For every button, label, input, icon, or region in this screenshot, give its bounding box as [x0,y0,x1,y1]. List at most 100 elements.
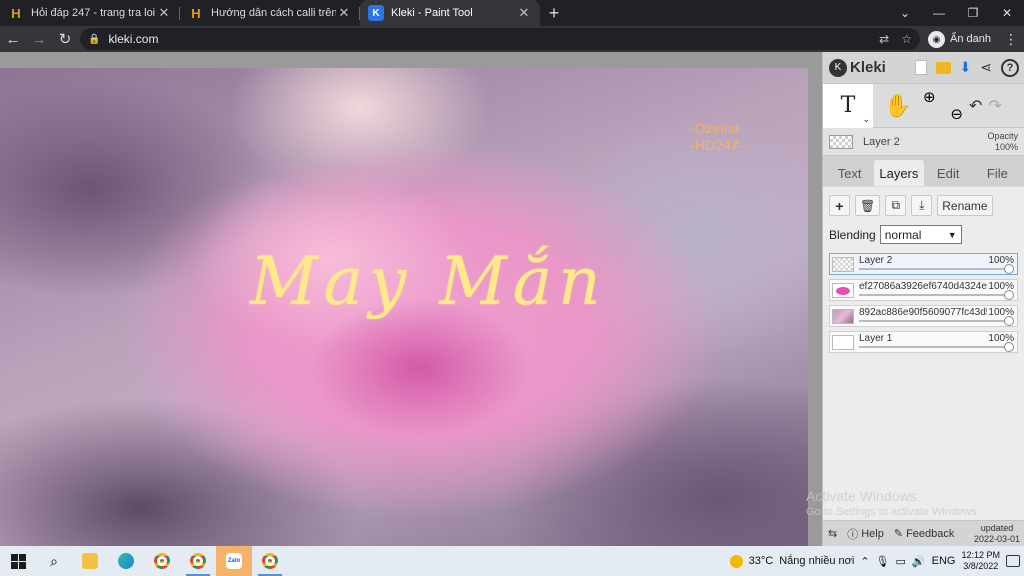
translate-icon[interactable]: ⇄ [879,32,889,46]
add-layer-button[interactable]: + [829,195,850,216]
tab-title: Kleki - Paint Tool [391,7,473,19]
bookmark-star-icon[interactable]: ☆ [901,32,912,46]
tab-search-icon[interactable]: ⌄ [888,0,922,26]
lock-icon: 🔒 [88,33,101,45]
weather-sun-icon[interactable] [729,554,743,568]
layer-list: Layer 2 100% ef27086a3926ef6740d4324ef 1… [829,253,1018,353]
incognito-profile-button[interactable]: ◉ Ẩn danh [928,29,991,49]
merge-layer-button[interactable]: ⤓ [911,195,933,216]
opacity-slider-handle[interactable] [1004,316,1014,326]
tab-layers[interactable]: Layers [874,160,924,186]
taskbar-file-explorer[interactable] [72,546,108,576]
taskbar-chrome[interactable] [144,546,180,576]
delete-layer-button[interactable]: 🗑 [855,195,881,216]
close-tab-icon[interactable]: ✕ [156,5,172,21]
undo-icon[interactable]: ↶ [969,96,982,116]
tab-huongdan[interactable]: H Hướng dẫn cách calli trên medibang ✕ [180,0,360,26]
close-tab-icon[interactable]: ✕ [516,5,532,21]
swap-panel-button[interactable]: ⇆ [823,527,842,540]
layer-name: ef27086a3926ef6740d4324ef [859,281,987,292]
address-text: kleki.com [108,32,159,46]
weather-text[interactable]: Nắng nhiều nơi [779,555,854,567]
tab-title: Hỏi đáp 247 - trang tra loi [31,7,156,19]
feedback-button[interactable]: ✎ Feedback [889,527,960,541]
taskbar-edge[interactable] [108,546,144,576]
restore-icon[interactable]: ❐ [956,0,990,26]
layer-row[interactable]: Layer 2 100% [829,253,1018,275]
canvas-workarea[interactable]: May Mắn -Ozeina- -HD247- [0,52,822,546]
edge-icon [118,553,134,569]
blending-select[interactable]: normal ▼ [879,225,962,244]
opacity-slider-handle[interactable] [1004,290,1014,300]
layer-thumbnail [832,283,854,298]
tab-edit[interactable]: Edit [924,160,973,186]
reload-icon[interactable]: ↻ [52,26,78,52]
chrome-icon [262,553,278,569]
layer-opacity: Opacity 100% [987,131,1018,153]
opacity-slider-track[interactable] [859,294,1009,296]
zoom-out-icon[interactable]: ⊖ [950,106,963,123]
taskbar-chrome-window[interactable] [180,546,216,576]
taskbar-zalo[interactable]: Zalo [216,546,252,576]
new-tab-button[interactable]: + [540,0,568,26]
duplicate-layer-button[interactable]: ⧉ [885,195,907,216]
language-indicator[interactable]: ENG [932,555,956,567]
address-bar[interactable]: 🔒 kleki.com ⇄ ☆ [80,28,920,50]
back-arrow-icon[interactable]: ← [0,26,26,52]
updated-label: updated [980,522,1014,533]
help-button[interactable]: ⓘ Help [842,526,889,542]
layer-thumbnail [829,134,853,149]
share-icon[interactable]: ⋖ [980,59,992,76]
opacity-slider-track[interactable] [859,320,1009,322]
blending-row: Blending normal ▼ [829,225,1018,244]
hand-tool-button[interactable]: ✋ [873,84,923,128]
rename-layer-button[interactable]: Rename [937,195,993,216]
minimize-icon[interactable]: — [922,0,956,26]
microphone-icon[interactable]: 🎙 [876,555,890,568]
layer-row[interactable]: Layer 1 100% [829,331,1018,353]
start-button[interactable] [0,546,36,576]
clock[interactable]: 12:12 PM 3/8/2022 [961,550,1000,572]
search-button[interactable]: ⌕ [36,546,72,576]
open-folder-icon[interactable] [935,61,951,74]
browser-toolbar: ← → ↻ 🔒 kleki.com ⇄ ☆ ◉ Ẩn danh ⋮ [0,26,1024,52]
watermark-line: -HD247- [690,137,744,153]
network-icon[interactable]: ▭ [896,555,906,568]
close-tab-icon[interactable]: ✕ [336,5,352,21]
new-image-icon[interactable] [914,60,927,75]
chevron-up-icon[interactable]: ⌃ [860,555,869,568]
layer-name: Layer 1 [859,333,893,344]
layer-row[interactable]: ef27086a3926ef6740d4324ef 100% [829,279,1018,301]
volume-icon[interactable]: 🔊 [912,555,926,568]
tab-text[interactable]: Text [825,160,874,186]
zoom-controls: ⊕ ⊖ [923,89,963,123]
kleki-logo-icon: K [829,58,847,77]
text-tool-button[interactable]: T ⌄ [823,83,873,128]
taskbar-chrome-incognito[interactable] [252,546,288,576]
tab-kleki[interactable]: K Kleki - Paint Tool ✕ [360,0,540,26]
tab-file[interactable]: File [973,160,1022,186]
layer-row[interactable]: 892ac886e90f5609077fc43d5 100% [829,305,1018,327]
notification-icon[interactable] [1006,555,1020,567]
layer-thumbnail [832,335,854,350]
redo-icon[interactable]: ↷ [988,96,1001,116]
activate-title: Activate Windows [806,488,917,504]
opacity-slider-track[interactable] [859,346,1009,348]
browser-menu-icon[interactable]: ⋮ [1004,26,1018,52]
drawing-canvas[interactable]: May Mắn -Ozeina- -HD247- [0,68,808,546]
tab-hoidap[interactable]: H Hỏi đáp 247 - trang tra loi ✕ [0,0,180,26]
weather-temp[interactable]: 33°C [749,555,774,567]
download-icon[interactable]: ⬇ [960,59,972,76]
activate-subtitle: Go to Settings to activate Windows. [806,506,980,518]
window-close-icon[interactable]: ✕ [990,0,1024,26]
opacity-slider-handle[interactable] [1004,264,1014,274]
update-info[interactable]: updated 2022-03-01 [974,523,1024,545]
help-icon[interactable]: ? [1001,58,1019,77]
profile-label: Ẩn danh [950,33,991,45]
opacity-slider-track[interactable] [859,268,1009,270]
opacity-slider-handle[interactable] [1004,342,1014,352]
forward-arrow-icon[interactable]: → [26,26,52,52]
zoom-in-icon[interactable]: ⊕ [923,89,936,106]
clock-time: 12:12 PM [961,550,1000,560]
chevron-down-icon[interactable]: ⌄ [862,114,870,125]
